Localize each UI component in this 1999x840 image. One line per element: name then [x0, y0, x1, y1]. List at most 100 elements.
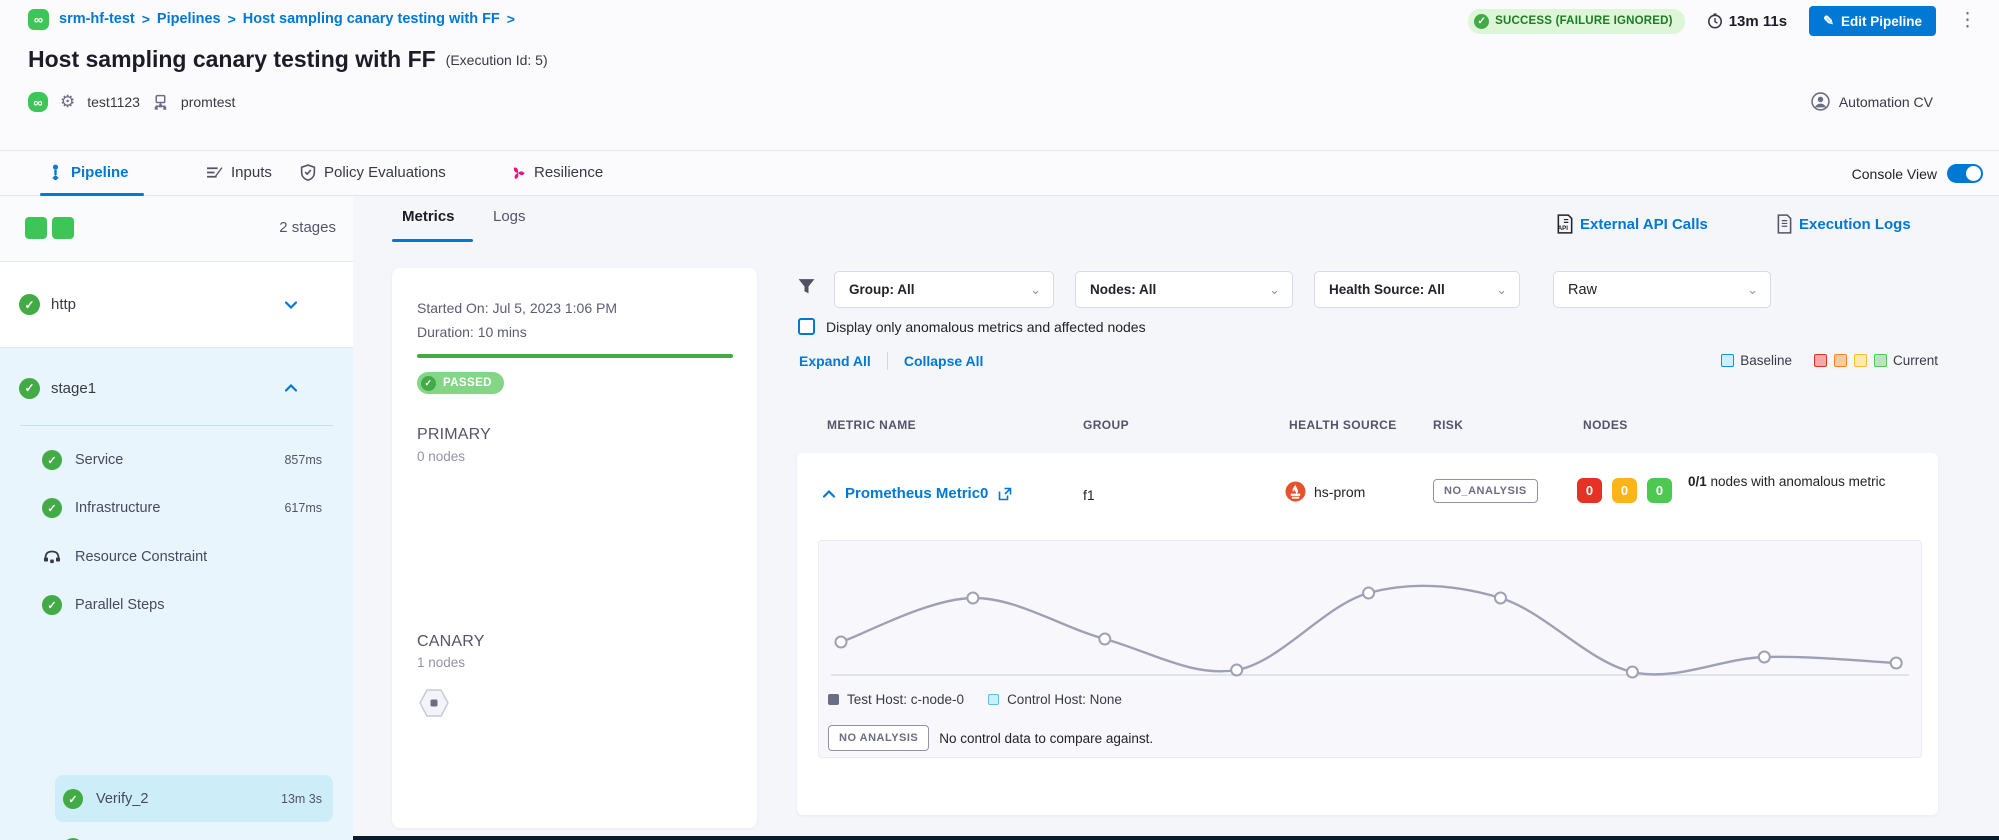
raw-mode-dropdown[interactable]: Raw⌄ [1553, 271, 1771, 308]
console-view-toggle[interactable] [1947, 164, 1983, 183]
anomalous-only-checkbox[interactable] [798, 318, 815, 335]
chart-data-point[interactable] [1231, 665, 1242, 676]
control-host-swatch [988, 694, 999, 705]
step-duration: 857ms [284, 453, 322, 467]
started-on: Started On: Jul 5, 2023 1:06 PM [417, 300, 617, 316]
chart-data-point[interactable] [1759, 652, 1770, 663]
api-document-icon: API [1556, 214, 1574, 234]
group-filter-dropdown[interactable]: Group: All⌄ [834, 271, 1054, 308]
chart-data-point[interactable] [1099, 634, 1110, 645]
primary-node-count: 0 nodes [417, 449, 465, 464]
health-source-filter-dropdown[interactable]: Health Source: All⌄ [1314, 271, 1520, 308]
chevron-down-icon: ⌄ [1747, 282, 1758, 298]
success-check-icon: ✓ [42, 498, 62, 518]
execution-sidebar: 2 stages ✓ http ✓ stage1 ✓ Service 857ms [0, 196, 353, 840]
chart-data-point[interactable] [836, 637, 847, 648]
breadcrumb-separator: > [142, 11, 150, 27]
current-red-swatch [1814, 354, 1827, 367]
verification-summary-card: Started On: Jul 5, 2023 1:06 PM Duration… [392, 268, 757, 828]
sidebar-step-verify-2[interactable]: ✓ Verify_2 13m 3s [0, 779, 353, 819]
gear-icon: ⚙ [60, 92, 75, 112]
progress-bar [417, 354, 733, 358]
chart-data-point[interactable] [967, 593, 978, 604]
pipeline-icon [48, 164, 63, 181]
environment-name[interactable]: promtest [181, 94, 235, 110]
title-row: Host sampling canary testing with FF (Ex… [28, 46, 548, 73]
step-duration: 13m 3s [281, 792, 322, 806]
chevron-up-icon[interactable] [285, 382, 297, 394]
metric-line-chart [819, 541, 1921, 691]
divider [887, 352, 888, 370]
chart-data-point[interactable] [1891, 658, 1902, 669]
canary-node-hexagon[interactable] [417, 686, 451, 720]
expand-all-link[interactable]: Expand All [799, 353, 871, 369]
nodes-summary: 0/1 nodes with anomalous metric [1688, 471, 1928, 493]
collapse-all-link[interactable]: Collapse All [904, 353, 984, 369]
external-api-calls-link[interactable]: API External API Calls [1556, 214, 1708, 234]
external-link-icon[interactable] [998, 487, 1012, 501]
anomalous-checkbox-label: Display only anomalous metrics and affec… [826, 319, 1146, 335]
chevron-down-icon[interactable] [285, 299, 297, 311]
current-yellow-swatch [1854, 354, 1867, 367]
breadcrumb-pipelines-link[interactable]: Pipelines [157, 11, 221, 27]
execution-id: (Execution Id: 5) [446, 52, 548, 68]
tab-inputs[interactable]: Inputs [206, 164, 272, 181]
sidebar-stage-stage1[interactable]: ✓ stage1 [0, 362, 353, 414]
metric-name-cell[interactable]: Prometheus Metric0 [823, 485, 1012, 502]
tab-pipeline[interactable]: Pipeline [48, 164, 129, 181]
success-check-icon: ✓ [19, 294, 40, 315]
divider [20, 425, 333, 426]
inputs-icon [206, 165, 223, 180]
service-name[interactable]: test1123 [87, 94, 140, 110]
chart-data-point[interactable] [1495, 593, 1506, 604]
chart-data-point[interactable] [1363, 588, 1374, 599]
chart-data-point[interactable] [1627, 667, 1638, 678]
avatar-icon [1811, 92, 1830, 111]
chart-color-legend: Baseline Current [1721, 353, 1938, 368]
tab-policy-evaluations[interactable]: Policy Evaluations [300, 164, 446, 181]
console-drawer-edge [353, 836, 1999, 840]
primary-group-label: PRIMARY [417, 426, 491, 444]
tab-resilience[interactable]: Resilience [510, 164, 603, 181]
breadcrumb-project-link[interactable]: srm-hf-test [59, 11, 135, 27]
expand-collapse-row: Expand All Collapse All [799, 352, 983, 370]
sidebar-stage-http[interactable]: ✓ http [0, 262, 353, 348]
check-icon: ✓ [1474, 14, 1489, 29]
sidebar-step-resource-constraint[interactable]: Resource Constraint [0, 537, 353, 577]
nodes-filter-dropdown[interactable]: Nodes: All⌄ [1075, 271, 1293, 308]
sidebar-stage1-section: ✓ stage1 ✓ Service 857ms ✓ Infrastructur… [0, 348, 353, 840]
execution-logs-link[interactable]: Execution Logs [1776, 214, 1911, 234]
edit-pipeline-button[interactable]: ✎ Edit Pipeline [1809, 6, 1936, 36]
stage-count: 2 stages [279, 219, 336, 236]
main-tab-bar: Pipeline Inputs Policy Evaluations Resil… [0, 150, 1999, 196]
breadcrumb-separator: > [507, 11, 515, 27]
success-check-icon: ✓ [63, 789, 83, 809]
breadcrumb-pipeline-link[interactable]: Host sampling canary testing with FF [243, 11, 500, 27]
success-check-icon: ✓ [42, 595, 62, 615]
step-duration: 617ms [284, 501, 322, 515]
metrics-tab-underline [392, 239, 473, 242]
tab-logs[interactable]: Logs [493, 208, 526, 225]
breadcrumb: ∞ srm-hf-test > Pipelines > Host samplin… [28, 8, 522, 30]
kebab-menu-icon[interactable]: ⋮ [1958, 16, 1977, 26]
check-icon: ✓ [421, 376, 436, 391]
infrastructure-icon [152, 94, 169, 111]
col-header-risk: RISK [1433, 418, 1463, 432]
sidebar-step-parallel-steps[interactable]: ✓ Parallel Steps [0, 585, 353, 625]
console-view-label: Console View [1852, 166, 1937, 182]
sidebar-step-service[interactable]: ✓ Service 857ms [0, 440, 353, 480]
chevron-down-icon: ⌄ [1030, 282, 1041, 298]
tab-metrics[interactable]: Metrics [402, 208, 455, 225]
pencil-icon: ✎ [1823, 13, 1834, 29]
svg-text:API: API [1558, 225, 1568, 232]
breadcrumb-separator: > [228, 11, 236, 27]
sidebar-step-verify-1[interactable]: ✓ Verify_1 9m [0, 828, 353, 840]
test-host-swatch [828, 694, 839, 705]
node-risk-chips: 0 0 0 [1577, 478, 1672, 503]
user-name: Automation CV [1839, 94, 1933, 110]
canary-node-count: 1 nodes [417, 655, 465, 670]
sidebar-step-infrastructure[interactable]: ✓ Infrastructure 617ms [0, 488, 353, 528]
baseline-legend-label: Baseline [1740, 353, 1792, 368]
chevron-down-icon: ⌄ [1269, 282, 1280, 298]
chevron-up-icon[interactable] [823, 488, 835, 500]
